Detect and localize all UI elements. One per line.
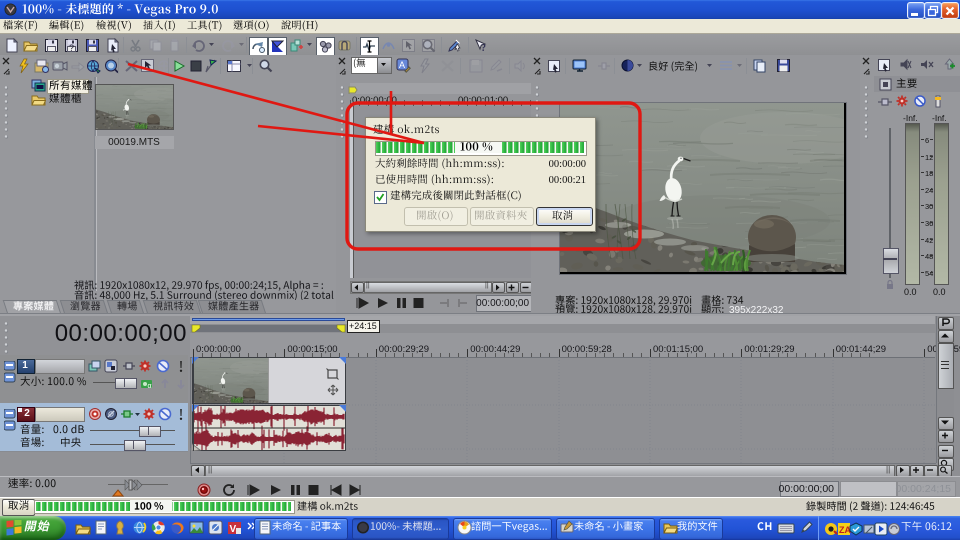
svg-text:α: α [148, 383, 152, 390]
svg-text:?: ? [481, 43, 486, 53]
svg-text:V: V [230, 524, 237, 535]
svg-text:?: ? [69, 43, 74, 53]
svg-text:A: A [399, 60, 405, 70]
